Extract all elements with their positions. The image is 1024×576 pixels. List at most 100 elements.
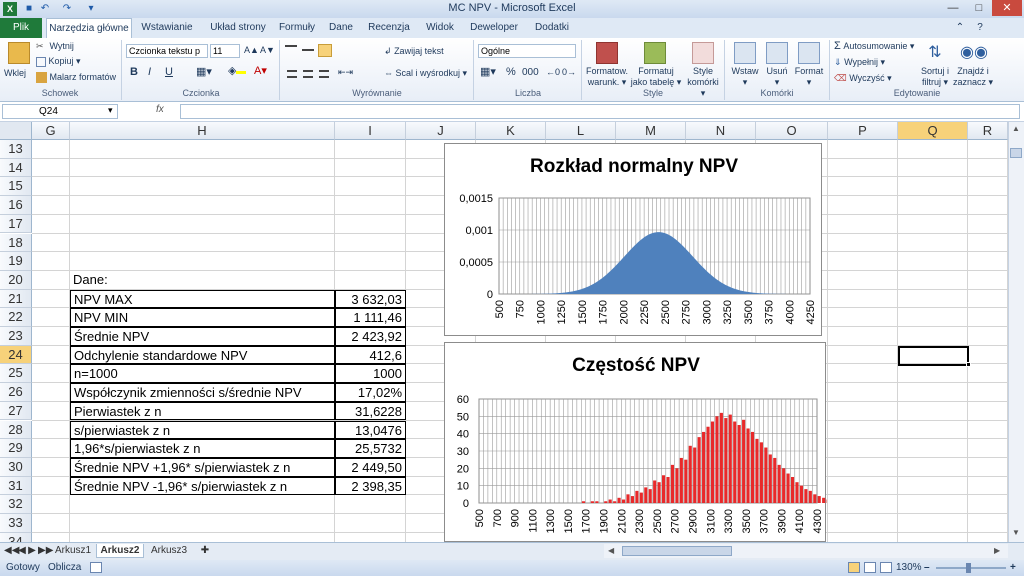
data-header-cell[interactable]: Dane: [70, 271, 335, 290]
table-row-label[interactable]: s/pierwiastek z n [70, 420, 335, 440]
tab-view[interactable]: Widok [422, 18, 458, 38]
column-header-k[interactable]: K [476, 122, 546, 140]
zoom-slider-thumb[interactable] [966, 563, 971, 573]
bold-button[interactable]: B [130, 67, 138, 78]
scroll-right-icon[interactable]: ▶ [994, 546, 1004, 556]
row-header-28[interactable]: 28 [0, 420, 32, 440]
table-row-value[interactable]: 412,6 [335, 345, 406, 365]
minimize-ribbon-icon[interactable]: ⌃ [952, 18, 968, 38]
align-center-icon[interactable] [303, 70, 313, 78]
prev-sheet-icon[interactable]: ◀ [18, 544, 26, 558]
italic-button[interactable]: I [148, 67, 151, 78]
vertical-scroll-thumb[interactable] [1010, 148, 1022, 158]
column-header-j[interactable]: J [406, 122, 476, 140]
row-header-17[interactable]: 17 [0, 214, 32, 234]
table-row-label[interactable]: Współczynik zmienności s/średnie NPV [70, 383, 335, 402]
grow-font-icon[interactable]: A▲ [244, 45, 259, 56]
table-row-value[interactable]: 2 449,50 [335, 457, 406, 477]
sheet-tab-arkusz3[interactable]: Arkusz3 [148, 544, 190, 558]
normal-distribution-chart[interactable]: Rozkład normalny NPV 0 0,0005 0,001 0,0015 5… [444, 143, 822, 336]
scroll-left-icon[interactable]: ◀ [608, 546, 618, 556]
row-header-20[interactable]: 20 [0, 270, 32, 290]
table-row-label[interactable]: Średnie NPV -1,96* s/pierwiastek z n [70, 476, 335, 496]
autosum-button[interactable]: Σ Autosumowanie ▾ [834, 41, 914, 52]
table-row-value[interactable]: 2 398,35 [335, 476, 406, 496]
borders-icon[interactable]: ▦▾ [196, 67, 212, 78]
row-header-27[interactable]: 27 [0, 401, 32, 421]
align-left-icon[interactable] [287, 70, 297, 78]
horizontal-scroll-thumb[interactable] [622, 546, 732, 556]
thousands-button[interactable]: 000 [522, 67, 539, 78]
close-icon[interactable]: ✕ [992, 0, 1022, 16]
last-sheet-icon[interactable]: ▶▶ [38, 544, 53, 558]
font-color-icon[interactable]: A▾ [254, 66, 267, 77]
shrink-font-icon[interactable]: A▼ [260, 45, 275, 56]
insert-cells-icon[interactable] [734, 42, 756, 64]
maximize-icon[interactable]: □ [966, 0, 992, 16]
cell-styles-icon[interactable] [692, 42, 714, 64]
sort-filter-button[interactable]: Sortuj i filtruj ▾ [916, 66, 954, 88]
minimize-icon[interactable]: — [940, 0, 966, 16]
table-row-value[interactable]: 13,0476 [335, 420, 406, 440]
find-select-button[interactable]: Znajdź i zaznacz ▾ [952, 66, 994, 88]
table-row-value[interactable]: 25,5732 [335, 439, 406, 458]
tab-insert[interactable]: Wstawianie [136, 18, 198, 38]
align-bottom-icon[interactable] [318, 44, 332, 57]
scroll-down-icon[interactable]: ▼ [1010, 528, 1022, 540]
row-header-31[interactable]: 31 [0, 476, 32, 496]
row-header-13[interactable]: 13 [0, 140, 32, 159]
table-row-value[interactable]: 17,02% [335, 383, 406, 402]
tab-developer[interactable]: Deweloper [466, 18, 522, 38]
percent-button[interactable]: % [506, 67, 516, 78]
next-sheet-icon[interactable]: ▶ [28, 544, 36, 558]
indent-icon[interactable]: ⇤⇥ [338, 67, 353, 78]
currency-icon[interactable]: ▦▾ [480, 67, 496, 78]
tab-data[interactable]: Dane [326, 18, 356, 38]
column-header-l[interactable]: L [546, 122, 616, 140]
page-break-view-icon[interactable] [880, 562, 892, 573]
column-header-h[interactable]: H [70, 122, 335, 140]
column-header-g[interactable]: G [32, 122, 70, 140]
format-painter-button[interactable]: Malarz formatów [36, 72, 116, 84]
table-row-value[interactable]: 1 111,46 [335, 308, 406, 327]
row-header-15[interactable]: 15 [0, 177, 32, 197]
zoom-level[interactable]: 130% [896, 561, 922, 575]
format-as-table-icon[interactable] [644, 42, 666, 64]
table-row-value[interactable]: 31,6228 [335, 401, 406, 421]
row-header-33[interactable]: 33 [0, 514, 32, 533]
align-top-icon[interactable] [285, 45, 297, 54]
column-header-i[interactable]: I [335, 122, 406, 140]
insert-cells-button[interactable]: Wstaw ▾ [728, 66, 762, 88]
font-size-select[interactable]: 11 [210, 44, 240, 58]
table-row-label[interactable]: n=1000 [70, 364, 335, 384]
row-header-18[interactable]: 18 [0, 233, 32, 253]
table-row-label[interactable]: 1,96*s/pierwiastek z n [70, 439, 335, 458]
cut-button[interactable]: ✂ Wytnij [36, 41, 74, 52]
macro-record-icon[interactable] [90, 562, 102, 573]
zoom-in-button[interactable]: + [1010, 561, 1016, 575]
decrease-decimal-icon[interactable]: 0→ [562, 67, 576, 78]
fill-color-icon[interactable]: ◈ [228, 66, 247, 77]
row-header-16[interactable]: 16 [0, 196, 32, 215]
binoculars-icon[interactable]: ◉◉ [960, 42, 988, 64]
row-header-32[interactable]: 32 [0, 495, 32, 514]
format-cells-icon[interactable] [798, 42, 820, 64]
tab-review[interactable]: Recenzja [366, 18, 412, 38]
help-icon[interactable]: ? [972, 18, 988, 38]
tab-home[interactable]: Narzędzia główne [46, 18, 132, 38]
sheet-tab-arkusz1[interactable]: Arkusz1 [52, 544, 94, 558]
insert-sheet-icon[interactable]: ✚ [196, 544, 214, 558]
scroll-up-icon[interactable]: ▲ [1010, 124, 1022, 136]
number-format-select[interactable]: Ogólne [478, 44, 576, 58]
formula-input[interactable] [180, 104, 1020, 119]
delete-cells-button[interactable]: Usuń ▾ [762, 66, 792, 88]
row-header-29[interactable]: 29 [0, 439, 32, 458]
paste-icon[interactable] [8, 42, 30, 64]
column-header-m[interactable]: M [616, 122, 686, 140]
column-header-r[interactable]: R [968, 122, 1008, 140]
merge-center-button[interactable]: ⇔ Scal i wyśrodkuj ▾ [384, 68, 467, 79]
row-header-21[interactable]: 21 [0, 289, 32, 309]
copy-button[interactable]: Kopiuj ▾ [36, 56, 81, 67]
paste-button[interactable]: Wklej [4, 68, 26, 79]
table-row-label[interactable]: Pierwiastek z n [70, 401, 335, 421]
